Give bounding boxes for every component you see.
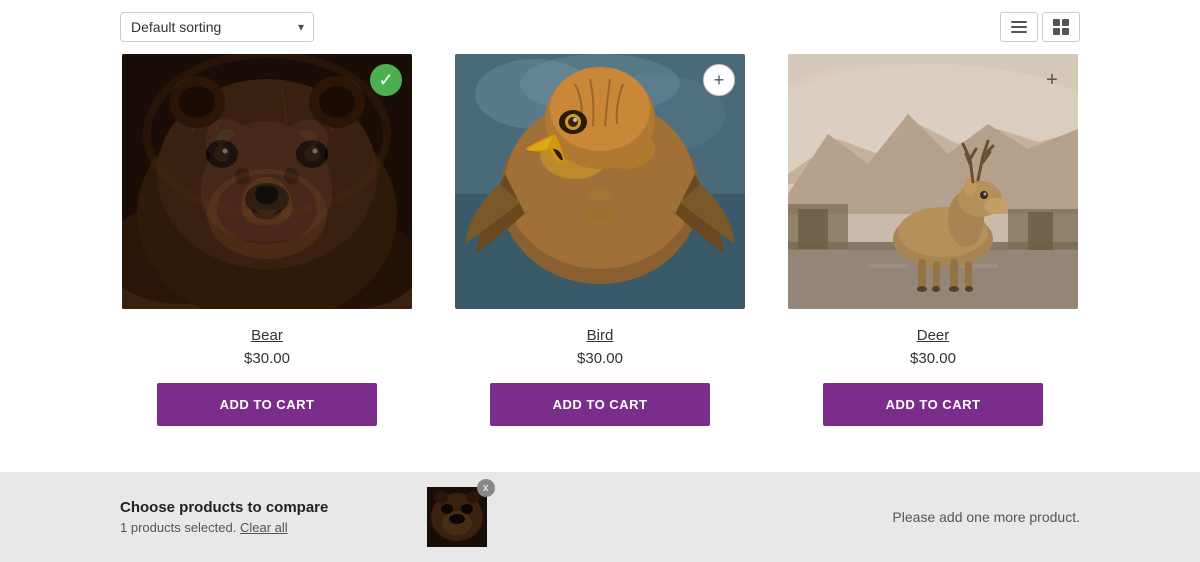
bear-image: [122, 54, 412, 309]
view-toggle: [1000, 12, 1080, 42]
toolbar: Default sortingSort by popularitySort by…: [0, 0, 1200, 54]
sort-wrapper: Default sortingSort by popularitySort by…: [120, 12, 314, 42]
compare-thumbnail-wrapper: x: [427, 487, 487, 547]
deer-svg: [788, 54, 1078, 309]
list-view-button[interactable]: [1000, 12, 1038, 42]
add-to-cart-button-bear[interactable]: ADD TO CART: [157, 383, 377, 426]
compare-info: Choose products to compare 1 products se…: [120, 499, 407, 535]
compare-bar: Choose products to compare 1 products se…: [0, 472, 1200, 562]
product-card-bear: ✓ Bear $30.00 ADD TO CART: [101, 54, 434, 426]
clear-all-link[interactable]: Clear all: [240, 520, 288, 535]
compare-thumbnail-bear: [427, 487, 487, 547]
product-name-bear[interactable]: Bear: [251, 327, 283, 344]
product-price-bird: $30.00: [577, 350, 623, 367]
product-image-wrapper-deer: +: [788, 54, 1078, 309]
compare-message: Please add one more product.: [507, 509, 1080, 525]
bird-image: [455, 54, 745, 309]
grid-view-button[interactable]: [1042, 12, 1080, 42]
add-to-cart-button-bird[interactable]: ADD TO CART: [490, 383, 710, 426]
product-name-deer[interactable]: Deer: [917, 327, 950, 344]
product-price-deer: $30.00: [910, 350, 956, 367]
bird-svg: [455, 54, 745, 309]
product-name-bird[interactable]: Bird: [587, 327, 614, 344]
product-price-bear: $30.00: [244, 350, 290, 367]
compare-button-bear[interactable]: ✓: [370, 64, 402, 96]
page-wrapper: Default sortingSort by popularitySort by…: [0, 0, 1200, 562]
compare-subtitle: 1 products selected. Clear all: [120, 520, 407, 535]
product-card-deer: + Deer $30.00 ADD TO CART: [767, 54, 1100, 426]
product-image-wrapper-bird: +: [455, 54, 745, 309]
compare-thumbnail-bear-image: [427, 487, 487, 547]
grid-view-icon: [1053, 19, 1069, 35]
compare-title: Choose products to compare: [120, 499, 407, 516]
list-view-icon: [1011, 19, 1027, 35]
compare-remove-button[interactable]: x: [477, 479, 495, 497]
products-grid: ✓ Bear $30.00 ADD TO CART: [0, 54, 1200, 426]
product-image-wrapper-bear: ✓: [122, 54, 412, 309]
sort-select[interactable]: Default sortingSort by popularitySort by…: [120, 12, 314, 42]
selected-count-text: 1 products selected.: [120, 520, 236, 535]
compare-button-deer[interactable]: +: [1036, 64, 1068, 96]
compare-button-bird[interactable]: +: [703, 64, 735, 96]
deer-image: [788, 54, 1078, 309]
add-to-cart-button-deer[interactable]: ADD TO CART: [823, 383, 1043, 426]
product-card-bird: + Bird $30.00 ADD TO CART: [434, 54, 767, 426]
bear-svg: [122, 54, 412, 309]
